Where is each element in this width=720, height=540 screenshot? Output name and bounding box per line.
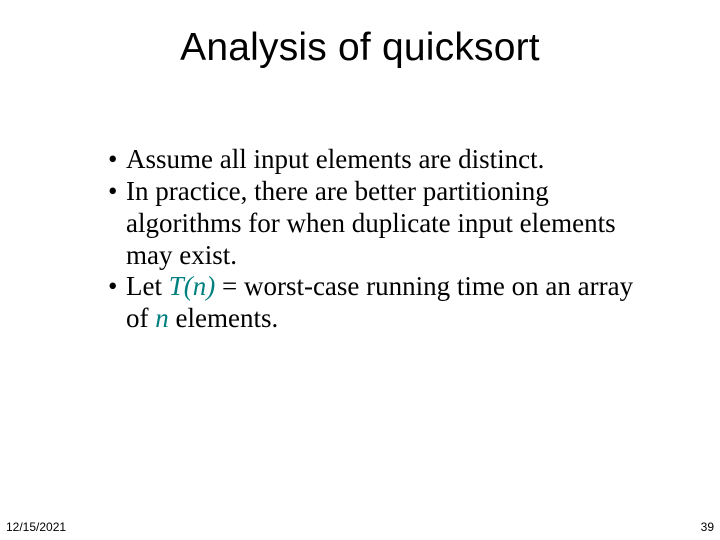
bullet-item: • Assume all input elements are distinct… <box>108 144 648 176</box>
slide-body: • Assume all input elements are distinct… <box>108 144 648 335</box>
bullet-text: In practice, there are better partitioni… <box>126 176 648 272</box>
bullet-mark: • <box>108 271 126 335</box>
bullet-mark: • <box>108 176 126 272</box>
footer-page-number: 39 <box>701 520 714 534</box>
bullet-item: • Let T(n) = worst-case running time on … <box>108 271 648 335</box>
bullet-text: Assume all input elements are distinct. <box>126 144 648 176</box>
math-var: T(n) <box>169 271 216 301</box>
slide-title: Analysis of quicksort <box>0 0 720 70</box>
text-run: elements. <box>169 303 278 333</box>
bullet-item: • In practice, there are better partitio… <box>108 176 648 272</box>
bullet-mark: • <box>108 144 126 176</box>
footer-date: 12/15/2021 <box>6 520 66 534</box>
math-var: n <box>155 303 169 333</box>
slide: Analysis of quicksort • Assume all input… <box>0 0 720 540</box>
text-run: Let <box>126 271 169 301</box>
bullet-text: Let T(n) = worst-case running time on an… <box>126 271 648 335</box>
